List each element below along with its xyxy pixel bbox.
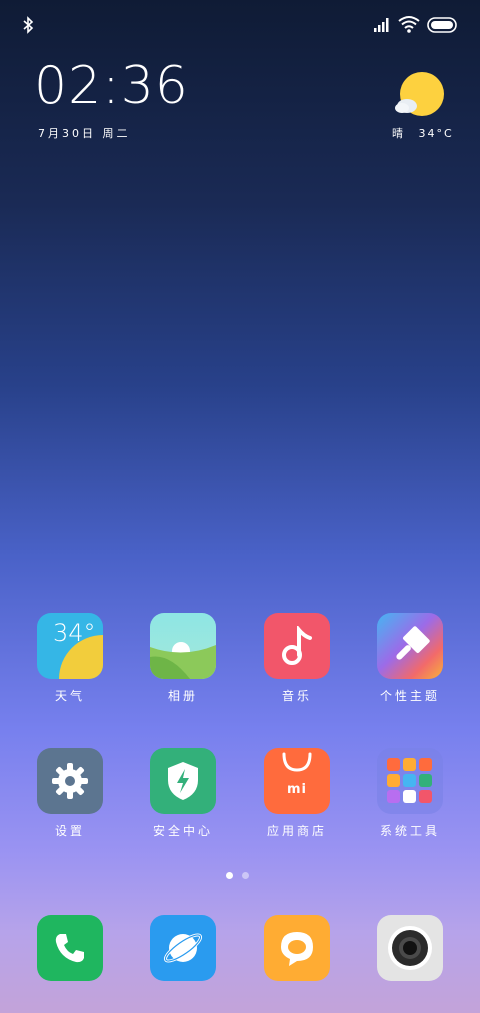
dock-camera[interactable] xyxy=(355,915,465,981)
phone-app-icon xyxy=(37,915,103,981)
app-gallery[interactable]: 相册 xyxy=(128,613,238,704)
themes-app-icon xyxy=(377,613,443,679)
app-label: 音乐 xyxy=(281,689,312,703)
app-weather[interactable]: 34° 天气 xyxy=(15,613,125,704)
app-label: 个性主题 xyxy=(379,689,440,703)
app-music[interactable]: 音乐 xyxy=(242,613,352,704)
app-store[interactable]: mi 应用商店 xyxy=(242,748,352,839)
cell-signal-icon xyxy=(374,18,389,32)
clock-time[interactable]: 02:36 xyxy=(34,60,189,112)
wifi-icon xyxy=(398,16,420,33)
system-tools-folder-icon xyxy=(377,748,443,814)
browser-app-icon xyxy=(150,915,216,981)
app-store-icon: mi xyxy=(264,748,330,814)
app-label: 安全中心 xyxy=(152,824,213,838)
app-system-tools-folder[interactable]: 系统工具 xyxy=(355,748,465,839)
clock-date: 7月30日 周二 xyxy=(38,127,131,140)
bluetooth-icon xyxy=(23,16,34,34)
weather-app-icon: 34° xyxy=(37,613,103,679)
security-app-icon xyxy=(150,748,216,814)
status-bar xyxy=(0,0,480,50)
page-indicator[interactable] xyxy=(226,872,249,879)
app-themes[interactable]: 个性主题 xyxy=(355,613,465,704)
gallery-app-icon xyxy=(150,613,216,679)
app-label: 应用商店 xyxy=(266,824,327,838)
music-app-icon xyxy=(264,613,330,679)
app-label: 相册 xyxy=(167,689,198,703)
app-label: 系统工具 xyxy=(379,824,440,838)
app-security[interactable]: 安全中心 xyxy=(128,748,238,839)
dock-browser[interactable] xyxy=(128,915,238,981)
battery-icon xyxy=(427,17,457,33)
dock-phone[interactable] xyxy=(15,915,125,981)
page-dot-1[interactable] xyxy=(226,872,233,879)
camera-app-icon xyxy=(377,915,443,981)
app-settings[interactable]: 设置 xyxy=(15,748,125,839)
weather-app-temp: 34° xyxy=(53,619,96,647)
page-dot-2[interactable] xyxy=(242,872,249,879)
store-logo-text: mi xyxy=(286,782,307,797)
weather-temperature: 34°C xyxy=(418,127,454,140)
sunny-cloud-icon[interactable] xyxy=(394,70,446,122)
dock-messages[interactable] xyxy=(242,915,352,981)
weather-condition: 晴 xyxy=(392,127,405,140)
app-label: 设置 xyxy=(54,824,85,838)
app-label: 天气 xyxy=(54,689,85,703)
settings-app-icon xyxy=(37,748,103,814)
weather-summary: 晴 34°C xyxy=(392,125,454,141)
messages-app-icon xyxy=(264,915,330,981)
